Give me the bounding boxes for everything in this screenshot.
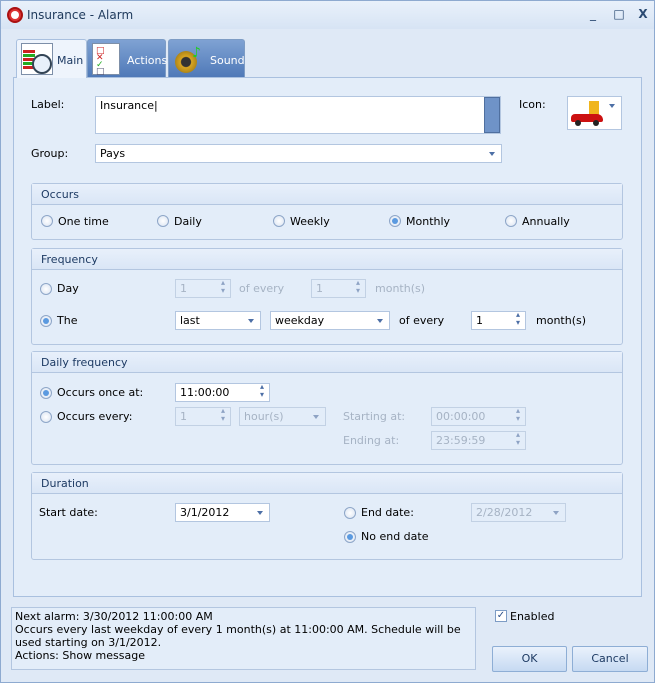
label-input[interactable]: Insurance|	[95, 96, 501, 134]
starting-at-label: Starting at:	[343, 410, 406, 423]
radio-occurs-once-label: Occurs once at:	[57, 386, 144, 399]
day-months-spinner[interactable]: 1	[311, 279, 366, 298]
radio-annually[interactable]	[505, 215, 517, 227]
group-select[interactable]: Pays	[95, 144, 502, 163]
day-number-spinner[interactable]: 1	[175, 279, 231, 298]
day-of-every-label: of every	[239, 282, 285, 295]
tab-main[interactable]: Main	[16, 39, 87, 78]
radio-end-date[interactable]	[344, 507, 356, 519]
icon-picker[interactable]	[567, 96, 622, 130]
checklist-icon: □ ✕ ✓ □	[92, 43, 120, 77]
radio-daily-label: Daily	[174, 215, 202, 228]
radio-occurs-every[interactable]	[40, 411, 52, 423]
daily-frequency-title: Daily frequency	[32, 352, 622, 373]
radio-no-end-date[interactable]	[344, 531, 356, 543]
radio-end-date-label: End date:	[361, 506, 414, 519]
summary-actions: Actions: Show message	[15, 649, 145, 662]
radio-weekly[interactable]	[273, 215, 285, 227]
tab-sound[interactable]: ♪ Sound	[168, 39, 245, 77]
tab-actions[interactable]: □ ✕ ✓ □ Actions	[87, 39, 168, 77]
occurs-title: Occurs	[32, 184, 622, 205]
radio-occurs-every-label: Occurs every:	[57, 410, 133, 423]
group-field-label: Group:	[31, 147, 69, 160]
tab-main-label: Main	[57, 54, 84, 67]
radio-monthly-label: Monthly	[406, 215, 451, 228]
radio-one-time-label: One time	[58, 215, 109, 228]
summary-next-alarm: Next alarm: 3/30/2012 11:00:00 AM	[15, 610, 213, 623]
label-scrollbar[interactable]	[484, 97, 500, 133]
calendar-clock-icon	[21, 43, 53, 75]
every-unit-select[interactable]: hour(s)	[239, 407, 326, 426]
title-bar: Insurance - Alarm _ □ X	[1, 1, 654, 29]
radio-the[interactable]	[40, 315, 52, 327]
label-input-value: Insurance	[100, 99, 154, 112]
weekday-select[interactable]: weekday	[270, 311, 390, 330]
the-months-spinner[interactable]: 1	[471, 311, 526, 330]
start-date-picker[interactable]: 3/1/2012	[175, 503, 270, 522]
tab-actions-label: Actions	[127, 54, 168, 67]
enabled-label: Enabled	[510, 610, 555, 623]
cancel-button[interactable]: Cancel	[572, 646, 648, 672]
ok-button[interactable]: OK	[492, 646, 567, 672]
window-title: Insurance - Alarm	[27, 8, 134, 22]
radio-monthly[interactable]	[389, 215, 401, 227]
duration-title: Duration	[32, 473, 622, 494]
speaker-icon: ♪	[173, 43, 205, 75]
radio-occurs-once[interactable]	[40, 387, 52, 399]
which-select[interactable]: last	[175, 311, 261, 330]
label-field-label: Label:	[31, 98, 65, 111]
minimize-button[interactable]: _	[585, 7, 601, 21]
maximize-button[interactable]: □	[611, 7, 627, 21]
radio-the-label: The	[57, 314, 78, 327]
radio-one-time[interactable]	[41, 215, 53, 227]
close-button[interactable]: X	[635, 7, 651, 21]
radio-weekly-label: Weekly	[290, 215, 330, 228]
end-date-picker[interactable]: 2/28/2012	[471, 503, 566, 522]
occurs-group: Occurs	[31, 183, 623, 240]
alarm-dialog: Insurance - Alarm _ □ X Main □ ✕ ✓ □ Action…	[0, 0, 655, 683]
enabled-checkbox[interactable]: ✓	[495, 610, 507, 622]
radio-annually-label: Annually	[522, 215, 570, 228]
radio-day-label: Day	[57, 282, 79, 295]
the-months-label: month(s)	[536, 314, 587, 327]
icon-field-label: Icon:	[519, 98, 546, 111]
car-coins-icon	[571, 101, 605, 127]
start-date-label: Start date:	[39, 506, 98, 519]
ending-at-spinner[interactable]: 23:59:59	[431, 431, 526, 450]
radio-day[interactable]	[40, 283, 52, 295]
schedule-summary: Next alarm: 3/30/2012 11:00:00 AM Occurs…	[11, 607, 476, 670]
every-number-spinner[interactable]: 1	[175, 407, 231, 426]
ending-at-label: Ending at:	[343, 434, 400, 447]
radio-no-end-date-label: No end date	[361, 530, 429, 543]
daily-frequency-group: Daily frequency	[31, 351, 623, 465]
frequency-title: Frequency	[32, 249, 622, 270]
once-time-spinner[interactable]: 11:00:00	[175, 383, 270, 402]
summary-occurs: Occurs every last weekday of every 1 mon…	[15, 623, 461, 649]
day-months-label: month(s)	[375, 282, 426, 295]
alarm-clock-icon	[7, 7, 23, 23]
starting-at-spinner[interactable]: 00:00:00	[431, 407, 526, 426]
the-of-every-label: of every	[399, 314, 445, 327]
tab-sound-label: Sound	[210, 54, 245, 67]
radio-daily[interactable]	[157, 215, 169, 227]
